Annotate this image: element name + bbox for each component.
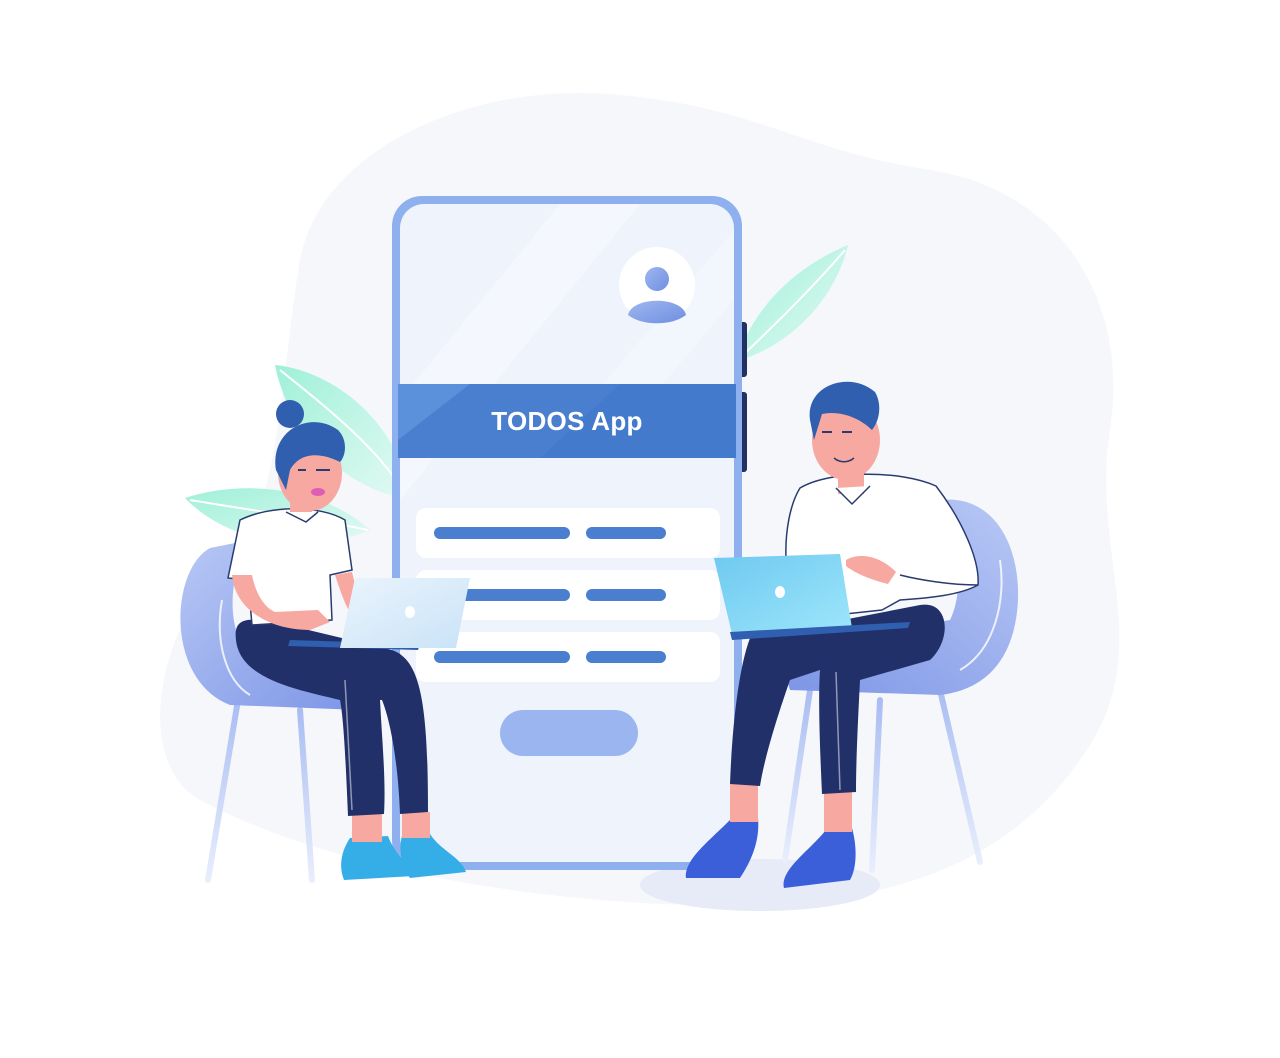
todo-item[interactable] <box>416 508 720 558</box>
app-title: TODOS App <box>491 405 643 436</box>
todos-app-illustration <box>160 92 1120 911</box>
laptop-logo-icon <box>405 606 415 618</box>
todo-item[interactable] <box>416 632 720 682</box>
phone-mockup <box>392 196 747 870</box>
todo-item-bar-title <box>434 527 570 539</box>
todo-item-bar-meta <box>586 589 666 601</box>
todo-item-bar-meta <box>586 527 666 539</box>
add-todo-button[interactable] <box>500 710 638 756</box>
user-avatar-icon[interactable] <box>619 247 695 324</box>
todo-item-bar-meta <box>586 651 666 663</box>
laptop-logo-icon <box>775 586 785 598</box>
todo-item-bar-title <box>434 651 570 663</box>
